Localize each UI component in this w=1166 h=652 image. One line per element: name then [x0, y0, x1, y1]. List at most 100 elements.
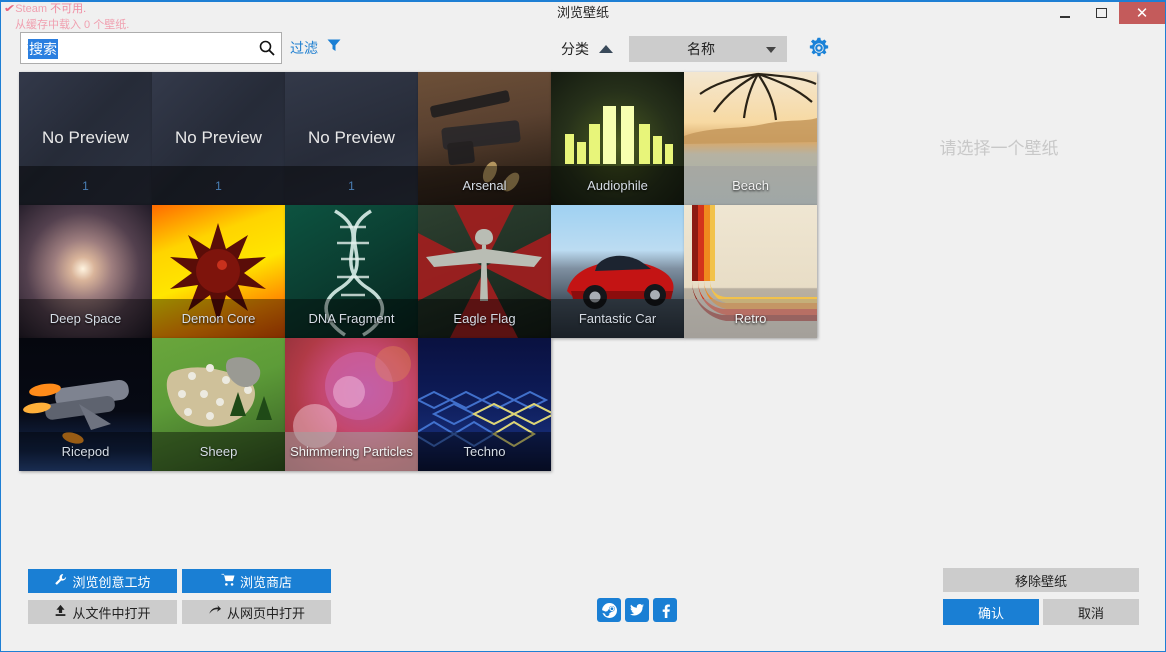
- tile-caption: Deep Space: [19, 299, 152, 338]
- tile-caption: Demon Core: [152, 299, 285, 338]
- tile-slot: Sheep: [152, 338, 285, 471]
- tile-caption: Retro: [684, 299, 817, 338]
- tile-slot: Ricepod: [19, 338, 152, 471]
- tile-caption: Techno: [418, 432, 551, 471]
- minimize-icon: [1060, 16, 1070, 18]
- upload-icon: [54, 604, 67, 620]
- close-button[interactable]: ✕: [1119, 2, 1165, 24]
- twitter-icon: [629, 602, 645, 618]
- tile-slot: Techno: [418, 338, 551, 471]
- tile-slot: Fantastic Car: [551, 205, 684, 338]
- twitter-link[interactable]: [625, 598, 649, 622]
- search-selected-text: 搜索: [28, 39, 58, 59]
- tile-slot: Retro: [684, 205, 817, 338]
- filter-button[interactable]: 过滤: [290, 37, 342, 58]
- preview-panel: 请选择一个壁纸: [841, 72, 1157, 552]
- wallpaper-tile-arsenal[interactable]: Arsenal: [418, 72, 551, 205]
- tile-caption: Audiophile: [551, 166, 684, 205]
- sort-ascending-icon[interactable]: [599, 45, 613, 53]
- steam-status-name: Steam: [15, 3, 47, 15]
- tile-badge: 1: [82, 179, 89, 193]
- wallpaper-tile-ricepod[interactable]: Ricepod: [19, 338, 152, 471]
- tile-no-preview-label: No Preview: [152, 128, 285, 148]
- browse-wallpapers-window: 浏览壁纸 ✕ ✔Steam 不可用. 从缓存中载入 0 个壁纸. 搜索: [0, 0, 1166, 652]
- wallpaper-tile-dna-fragment[interactable]: DNA Fragment: [285, 205, 418, 338]
- tile-slot: Beach: [684, 72, 817, 205]
- sort-label: 分类: [561, 39, 589, 59]
- filter-label: 过滤: [290, 38, 318, 58]
- open-from-file-button[interactable]: 从文件中打开: [28, 600, 177, 624]
- wallpaper-tile-no-preview-2[interactable]: No Preview 1: [152, 72, 285, 205]
- wallpaper-tile-audiophile[interactable]: Audiophile: [551, 72, 684, 205]
- tile-caption: Ricepod: [19, 432, 152, 471]
- sort-by-select[interactable]: 名称: [629, 36, 787, 62]
- wallpaper-tile-shimmering-particles[interactable]: Shimmering Particles: [285, 338, 418, 471]
- chevron-down-icon: [766, 47, 776, 53]
- window-title: 浏览壁纸: [1, 2, 1165, 24]
- tile-caption: Eagle Flag: [418, 299, 551, 338]
- tile-badge-bar: 1: [19, 166, 152, 205]
- tile-badge: 1: [348, 179, 355, 193]
- tile-slot: Audiophile: [551, 72, 684, 205]
- tile-badge-bar: 1: [285, 166, 418, 205]
- wallpaper-tile-deep-space[interactable]: Deep Space: [19, 205, 152, 338]
- wallpaper-tile-sheep[interactable]: Sheep: [152, 338, 285, 471]
- facebook-link[interactable]: [653, 598, 677, 622]
- wallpaper-tile-eagle-flag[interactable]: Eagle Flag: [418, 205, 551, 338]
- sort-controls: 分类 名称: [561, 36, 787, 62]
- check-icon: ✔: [4, 3, 16, 16]
- steam-status-state: 不可用.: [47, 3, 86, 15]
- tile-slot: Deep Space: [19, 205, 152, 338]
- minimize-button[interactable]: [1047, 2, 1083, 24]
- confirm-button[interactable]: 确认: [943, 599, 1039, 625]
- tile-caption: Arsenal: [418, 166, 551, 205]
- tile-slot: Eagle Flag: [418, 205, 551, 338]
- tile-caption: Sheep: [152, 432, 285, 471]
- maximize-icon: [1096, 8, 1107, 18]
- tile-caption: DNA Fragment: [285, 299, 418, 338]
- cache-status: 从缓存中载入 0 个壁纸.: [15, 16, 129, 32]
- wrench-icon: [54, 573, 67, 589]
- tile-slot: Shimmering Particles: [285, 338, 418, 471]
- search-icon[interactable]: [253, 33, 281, 63]
- steam-status: ✔Steam 不可用.: [5, 3, 86, 16]
- wallpaper-tile-no-preview-1[interactable]: No Preview 1: [19, 72, 152, 205]
- wallpaper-tile-techno[interactable]: Techno: [418, 338, 551, 471]
- browse-workshop-label: 浏览创意工坊: [72, 572, 150, 591]
- toolbar: 搜索 过滤 分类 名称: [1, 32, 1165, 66]
- wallpaper-tile-retro[interactable]: Retro: [684, 205, 817, 338]
- cancel-button[interactable]: 取消: [1043, 599, 1139, 625]
- search-box[interactable]: 搜索: [20, 32, 282, 64]
- settings-button[interactable]: [807, 36, 831, 65]
- tile-slot: Arsenal: [418, 72, 551, 205]
- wallpaper-tile-demon-core[interactable]: Demon Core: [152, 205, 285, 338]
- open-from-web-label: 从网页中打开: [227, 603, 305, 622]
- tile-slot: Demon Core: [152, 205, 285, 338]
- facebook-icon: [657, 602, 673, 618]
- browse-workshop-button[interactable]: 浏览创意工坊: [28, 569, 177, 593]
- arrow-icon: [208, 604, 222, 620]
- cancel-label: 取消: [1078, 603, 1104, 622]
- tile-slot: No Preview 1: [19, 72, 152, 205]
- browse-store-button[interactable]: 浏览商店: [182, 569, 331, 593]
- gear-icon: [807, 36, 831, 60]
- cart-icon: [221, 573, 235, 589]
- remove-wallpaper-button[interactable]: 移除壁纸: [943, 568, 1139, 592]
- sort-by-value: 名称: [629, 39, 787, 59]
- wallpaper-tile-no-preview-3[interactable]: No Preview 1: [285, 72, 418, 205]
- browse-store-label: 浏览商店: [240, 572, 292, 591]
- confirm-label: 确认: [978, 603, 1004, 622]
- maximize-button[interactable]: [1083, 2, 1119, 24]
- wallpaper-tile-beach[interactable]: Beach: [684, 72, 817, 205]
- window-controls: ✕: [1047, 2, 1165, 24]
- wallpaper-grid: No Preview 1 No Preview 1 No Preview 1: [19, 72, 831, 471]
- open-from-web-button[interactable]: 从网页中打开: [182, 600, 331, 624]
- steam-link[interactable]: [597, 598, 621, 622]
- wallpaper-tile-fantastic-car[interactable]: Fantastic Car: [551, 205, 684, 338]
- tile-badge: 1: [215, 179, 222, 193]
- tile-badge-bar: 1: [152, 166, 285, 205]
- title-bar: 浏览壁纸 ✕: [1, 2, 1165, 24]
- tile-slot: No Preview 1: [152, 72, 285, 205]
- tile-caption: Fantastic Car: [551, 299, 684, 338]
- filter-icon: [326, 37, 342, 58]
